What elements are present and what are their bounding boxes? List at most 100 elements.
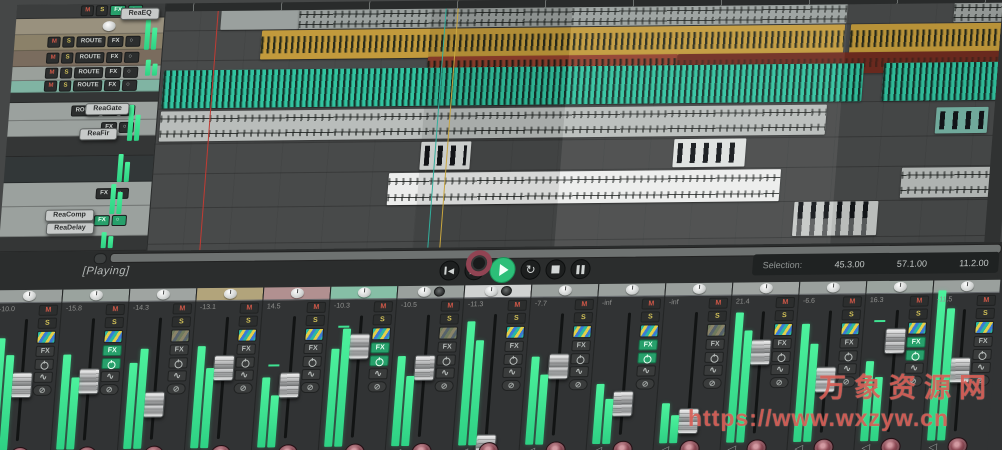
speaker-icon[interactable]: ◁ <box>526 445 535 450</box>
track-route-button[interactable]: ROUTE <box>76 36 107 48</box>
track-fx-button[interactable]: FX <box>103 79 121 92</box>
mute-button[interactable]: M <box>373 301 394 313</box>
speaker-icon[interactable]: ◁ <box>593 444 602 450</box>
solo-button[interactable]: S <box>104 316 125 329</box>
fx-bypass-button[interactable] <box>771 350 792 363</box>
track-fx-bypass-button[interactable]: ○ <box>111 214 128 227</box>
speaker-icon[interactable]: ◁ <box>861 441 870 450</box>
envelope-button[interactable] <box>33 371 54 383</box>
routing-stripes-icon[interactable] <box>840 322 861 336</box>
audio-clip[interactable] <box>899 166 1002 198</box>
pan-knob[interactable] <box>826 282 840 293</box>
envelope-button[interactable] <box>770 363 791 376</box>
pan-knob[interactable] <box>759 283 773 294</box>
fx-bypass-button[interactable] <box>704 351 725 363</box>
track-fx-bypass-button[interactable]: ○ <box>122 66 139 78</box>
pan-knob[interactable] <box>484 286 498 297</box>
track-mute-button[interactable]: M <box>80 5 95 17</box>
fx-button[interactable]: FX <box>504 340 525 352</box>
mute-button[interactable]: M <box>574 299 595 311</box>
fx-bypass-button[interactable] <box>436 354 457 366</box>
solo-button[interactable]: S <box>908 308 929 320</box>
audio-clip[interactable] <box>158 104 827 142</box>
envelope-button[interactable] <box>502 366 523 378</box>
track-pan-knob[interactable] <box>102 20 117 31</box>
routing-stripes-icon[interactable] <box>706 323 727 337</box>
fx-button[interactable]: FX <box>102 344 123 357</box>
phase-button[interactable] <box>300 381 321 394</box>
phase-button[interactable] <box>32 384 53 396</box>
speaker-icon[interactable]: ◁ <box>660 443 669 450</box>
phase-button[interactable] <box>769 376 790 389</box>
speaker-icon[interactable]: ◁ <box>392 446 401 450</box>
track-mute-button[interactable]: M <box>47 36 62 48</box>
fx-button[interactable]: FX <box>571 340 592 352</box>
fx-bypass-button[interactable] <box>235 356 256 368</box>
solo-button[interactable]: S <box>171 316 192 328</box>
fx-button[interactable]: FX <box>236 343 257 355</box>
routing-stripes-icon[interactable] <box>170 329 191 343</box>
phase-button[interactable] <box>434 380 455 392</box>
track-fx-button[interactable]: FX <box>106 51 123 64</box>
phase-button[interactable] <box>501 379 522 392</box>
envelope-button[interactable] <box>234 369 255 381</box>
track-fx-bypass-button[interactable]: ○ <box>125 35 141 47</box>
pan-knob[interactable] <box>893 281 907 292</box>
pan-knob[interactable] <box>558 285 572 296</box>
mute-button[interactable]: M <box>775 296 796 309</box>
pan-knob[interactable] <box>625 284 639 295</box>
routing-stripes-icon[interactable] <box>36 330 57 344</box>
solo-button[interactable]: S <box>305 314 326 327</box>
fx-button[interactable]: FX <box>370 342 391 354</box>
envelope-button[interactable] <box>368 368 389 380</box>
fx-button[interactable]: FX <box>35 345 56 357</box>
audio-clip[interactable] <box>220 9 300 30</box>
fx-plugin-tag[interactable]: ReaFir <box>78 128 118 141</box>
track-panel[interactable]: M S ROUTE FX ○ <box>13 33 164 52</box>
routing-stripes-icon[interactable] <box>237 328 258 342</box>
fx-plugin-tag[interactable]: ReaDelay <box>45 222 95 235</box>
width-knob[interactable] <box>500 285 512 297</box>
mute-button[interactable]: M <box>909 295 930 307</box>
fx-bypass-button[interactable] <box>302 355 323 368</box>
track-panel[interactable] <box>15 17 165 36</box>
routing-stripes-icon[interactable] <box>572 325 593 339</box>
envelope-button[interactable] <box>569 366 590 378</box>
speaker-icon[interactable]: ◁ <box>928 440 937 450</box>
pan-knob[interactable] <box>290 288 304 299</box>
audio-clip[interactable] <box>953 1 1002 23</box>
speaker-icon[interactable]: ◁ <box>794 442 803 450</box>
track-route-button[interactable]: ROUTE <box>73 67 104 79</box>
scrollbar-left-button[interactable] <box>93 253 108 265</box>
track-mute-button[interactable]: M <box>44 67 59 79</box>
track-fx-bypass-button[interactable]: ○ <box>123 51 140 63</box>
phase-button[interactable] <box>166 383 187 395</box>
track-solo-button[interactable]: S <box>62 36 76 48</box>
pan-knob[interactable] <box>960 281 974 292</box>
fx-button[interactable]: FX <box>638 339 659 351</box>
envelope-button[interactable] <box>703 364 724 376</box>
solo-button[interactable]: S <box>975 307 996 320</box>
envelope-button[interactable] <box>837 363 858 375</box>
phase-button[interactable] <box>702 377 723 389</box>
audio-clip[interactable] <box>848 22 1002 54</box>
routing-stripes-icon[interactable] <box>438 326 459 340</box>
track-mute-button[interactable]: M <box>43 80 58 92</box>
track-fx-button[interactable]: FX <box>107 35 124 48</box>
routing-stripes-icon[interactable] <box>639 324 660 338</box>
fx-plugin-tag[interactable]: ReaComp <box>44 209 95 222</box>
solo-button[interactable]: S <box>506 312 527 324</box>
fx-plugin-tag[interactable]: ReaGate <box>84 102 131 116</box>
routing-stripes-icon[interactable] <box>371 327 392 341</box>
mute-button[interactable]: M <box>38 304 59 316</box>
phase-button[interactable] <box>635 378 656 390</box>
solo-button[interactable]: S <box>238 315 259 327</box>
envelope-button[interactable] <box>100 370 121 383</box>
mute-button[interactable]: M <box>641 298 662 310</box>
selection-readout[interactable]: Selection: 45.3.00 57.1.00 11.2.00 <box>751 251 1000 276</box>
track-solo-button[interactable]: S <box>61 52 74 64</box>
phase-button[interactable] <box>568 379 589 391</box>
fx-bypass-button[interactable] <box>369 355 390 367</box>
envelope-button[interactable] <box>167 370 188 382</box>
fx-plugin-tag[interactable]: ReaEQ <box>120 7 161 20</box>
